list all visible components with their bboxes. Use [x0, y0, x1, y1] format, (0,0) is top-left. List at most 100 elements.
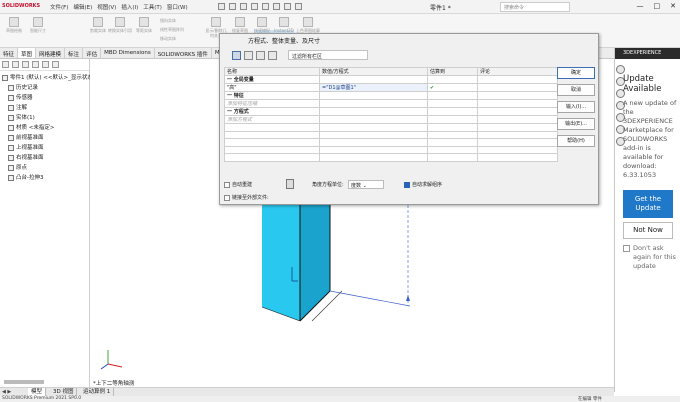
print-icon[interactable] [251, 3, 258, 10]
sketch-button[interactable]: 草图绘制 [2, 17, 26, 33]
configuration-manager-icon[interactable] [22, 61, 29, 68]
menu-edit[interactable]: 编辑(E) [73, 3, 92, 11]
cancel-button[interactable]: 取消 [557, 84, 595, 96]
offset-entities-button[interactable]: 等距实体 [132, 17, 156, 33]
property-manager-icon[interactable] [12, 61, 19, 68]
sketch-icon [9, 17, 19, 27]
trim-entities-button[interactable]: 剪裁实体 [86, 17, 110, 33]
menu-view[interactable]: 视图(V) [97, 3, 116, 11]
equations-table: 名称 数值/方程式 估算到 评论 一 全局变量 "高" ="D1@草图1" ✔ 一 … [224, 66, 558, 162]
repair-sketch-button[interactable]: 修复草图 [228, 17, 252, 33]
ok-button[interactable]: 确定 [557, 67, 595, 79]
tab-model[interactable]: 模型 [28, 388, 47, 396]
ribbon-small-move[interactable]: 移动实体 [160, 36, 176, 42]
table-row[interactable]: 一 特征 [224, 91, 558, 101]
column-header-evaluates-to: 估算到 [427, 66, 478, 77]
new-file-icon[interactable] [218, 3, 225, 10]
instant2d-icon [279, 17, 289, 27]
minimize-button[interactable]: — [637, 2, 644, 10]
menu-file[interactable]: 文件(F) [50, 3, 68, 11]
import-button[interactable]: 输入(I)... [557, 101, 595, 113]
history-icon [8, 84, 14, 91]
convert-entities-button[interactable]: 转换实体引用 [108, 17, 132, 33]
status-bar: SOLIDWORKS Premium 2021 SP0.0 在编辑 零件 [0, 396, 680, 402]
maximize-button[interactable]: □ [654, 2, 661, 10]
open-file-icon[interactable] [229, 3, 236, 10]
tab-motion-study[interactable]: 运动算例 1 [80, 388, 115, 396]
link-external-file-checkbox[interactable]: 链接至外部文件: [224, 194, 269, 201]
select-icon[interactable] [273, 3, 280, 10]
lock-link-icon[interactable] [286, 179, 294, 189]
sketch-equation-view-icon[interactable] [244, 51, 253, 60]
quick-snaps-button[interactable]: 快速捕捉 [250, 17, 274, 33]
dont-ask-again-checkbox[interactable]: Don't ask again for this update [623, 244, 679, 271]
tab-mbd-dimensions[interactable]: MBD Dimensions [101, 48, 155, 58]
export-button[interactable]: 输出(E)... [557, 118, 595, 130]
axis-triad-x [107, 363, 123, 368]
angle-unit-select[interactable]: 度数 ⌄ [348, 180, 384, 189]
auto-solve-order-checkbox[interactable]: 自动求解组序 [404, 181, 442, 188]
dimension-view-icon[interactable] [256, 51, 265, 60]
tab-scroll-arrows-icon[interactable]: ◀ ▶ [2, 389, 11, 395]
horizontal-scrollbar[interactable] [4, 380, 44, 384]
tree-item-boss-extrude[interactable]: 凸台-拉伸3 [2, 173, 87, 183]
filter-all-fields-input[interactable]: 过滤所有栏区 [288, 50, 368, 60]
bottom-tab-bar: ◀ ▶ 模型 3D 视图 运动算例 1 [0, 387, 614, 396]
feature-tree-icon[interactable] [2, 61, 9, 68]
origin-icon [8, 164, 14, 171]
ribbon-small-linear-pattern[interactable]: 线性草图阵列 [160, 27, 184, 33]
table-row [224, 145, 558, 155]
tree-item-origin[interactable]: 原点 [2, 163, 87, 173]
tree-item-solid-bodies[interactable]: 实体(1) [2, 113, 87, 123]
tab-mesh-modeling[interactable]: 网格建模 [36, 48, 66, 58]
tab-solidworks-addins[interactable]: SOLIDWORKS 插件 [155, 48, 212, 58]
task-pane: 3DEXPERIENCE Update Available A new upda… [614, 48, 680, 392]
tab-evaluate[interactable]: 评估 [83, 48, 102, 58]
trim-icon [93, 17, 103, 27]
close-button[interactable]: ✕ [670, 2, 676, 10]
menu-tools[interactable]: 工具(T) [143, 3, 162, 11]
table-row[interactable]: 一 全局变量 [224, 75, 558, 85]
rebuild-icon[interactable] [284, 3, 291, 10]
tab-features[interactable]: 特征 [0, 48, 19, 58]
tab-sketch[interactable]: 草图 [18, 48, 37, 58]
menu-insert[interactable]: 插入(I) [121, 3, 138, 11]
plane-icon [8, 144, 14, 151]
status-mode: 在编辑 零件 [578, 397, 602, 402]
tree-item-history[interactable]: 历史记录 [2, 83, 87, 93]
table-row[interactable]: 添加方程式 [224, 115, 558, 125]
table-row[interactable]: 添加特征压缩 [224, 99, 558, 109]
update-notification: Update Available A new update of the 3DE… [623, 74, 679, 271]
search-commands-input[interactable]: 搜索命令 [500, 2, 570, 12]
get-update-button[interactable]: Get the Update [623, 190, 673, 218]
menu-window[interactable]: 窗口(W) [167, 3, 188, 11]
tree-item-top-plane[interactable]: 上视基准面 [2, 143, 87, 153]
tree-item-right-plane[interactable]: 右视基准面 [2, 153, 87, 163]
tree-item-annotations[interactable]: 注解 [2, 103, 87, 113]
table-header-row: 名称 数值/方程式 估算到 评论 [224, 66, 558, 77]
equation-view-icon[interactable] [232, 51, 241, 60]
dimxpert-icon[interactable] [32, 61, 39, 68]
table-row[interactable]: "高" ="D1@草图1" ✔ [224, 83, 558, 93]
tree-root[interactable]: 零件1 (默认) <<默认>_显示状态 1> [2, 73, 103, 83]
tree-item-sensors[interactable]: 传感器 [2, 93, 87, 103]
tab-markup[interactable]: 标注 [65, 48, 84, 58]
shaded-sketch-button[interactable]: 上色草图轮廓 [296, 17, 320, 33]
ribbon-small-mirror[interactable]: 镜向实体 [160, 18, 176, 24]
expand-arrow-icon[interactable] [52, 61, 59, 68]
ordered-view-icon[interactable] [268, 51, 277, 60]
auto-rebuild-checkbox[interactable]: 自动重建 [224, 181, 252, 188]
table-row[interactable]: 一 方程式 [224, 107, 558, 117]
tree-item-front-plane[interactable]: 前视基准面 [2, 133, 87, 143]
instant2d-button[interactable]: Instant2D [272, 17, 296, 33]
options-gear-icon[interactable] [295, 3, 302, 10]
smart-dimension-button[interactable]: 智能尺寸 [26, 17, 50, 33]
save-icon[interactable] [240, 3, 247, 10]
tree-item-material[interactable]: 材质 <未指定> [2, 123, 87, 133]
undo-icon[interactable] [262, 3, 269, 10]
help-button[interactable]: 帮助(H) [557, 135, 595, 147]
not-now-button[interactable]: Not Now [623, 222, 673, 239]
tab-3d-views[interactable]: 3D 视图 [50, 388, 78, 396]
marketplace-icon[interactable] [616, 65, 625, 74]
display-manager-icon[interactable] [42, 61, 49, 68]
